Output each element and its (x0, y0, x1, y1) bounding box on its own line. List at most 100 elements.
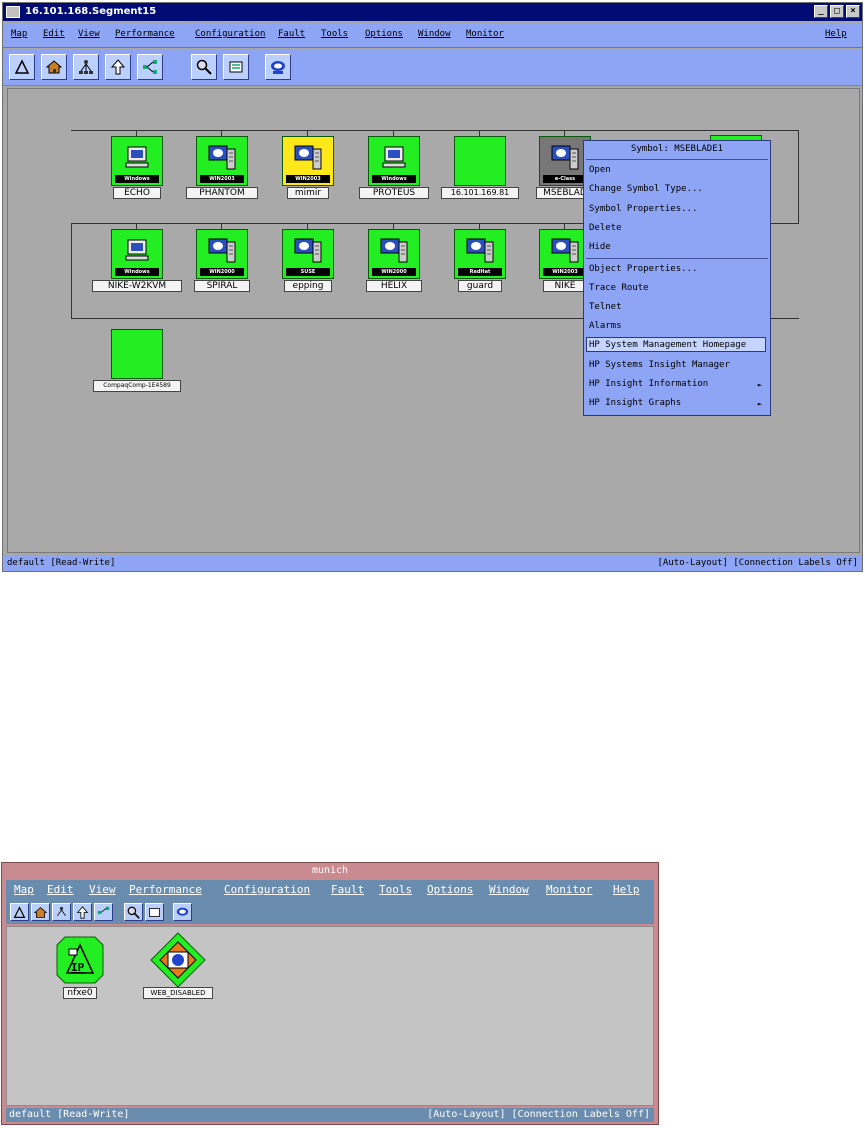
menu-help[interactable]: Help (613, 883, 640, 896)
toolbar-hp-button[interactable] (173, 903, 192, 921)
node-os-tag: Windows (372, 175, 416, 183)
menu-monitor[interactable]: Monitor (466, 29, 504, 39)
server-icon (551, 238, 579, 263)
munich-window: munich Map Edit View Performance Configu… (1, 862, 659, 1125)
menu-item-hp-systems-insight-manager[interactable]: HP Systems Insight Manager (589, 360, 730, 370)
node-echo[interactable]: Windows (111, 136, 163, 186)
node-os-tag: WIN2000 (372, 268, 416, 276)
node-os-tag: e-Class (543, 175, 587, 183)
toolbar-search-button[interactable] (124, 903, 143, 921)
toolbar (3, 49, 862, 86)
server-icon (380, 238, 408, 263)
menu-map[interactable]: Map (11, 29, 27, 39)
menu-window[interactable]: Window (418, 29, 451, 39)
close-button[interactable]: × (846, 5, 860, 18)
toolbar-search-button[interactable] (191, 54, 217, 80)
menu-separator (586, 258, 768, 259)
submenu-arrow-icon: ► (757, 400, 762, 408)
node-label: CompaqComp-1E4589 (93, 380, 181, 392)
title-bar[interactable]: 16.101.168.Segment15 _ □ × (3, 3, 862, 21)
node-proteus[interactable]: Windows (368, 136, 420, 186)
menu-view[interactable]: View (78, 29, 100, 39)
server-icon (551, 145, 579, 170)
toolbar-draw-button[interactable] (10, 903, 29, 921)
ip-network-icon (56, 936, 104, 984)
node-spiral[interactable]: WIN2000 (196, 229, 248, 279)
computer-icon (125, 239, 149, 261)
menu-item-symbol-properties[interactable]: Symbol Properties... (589, 204, 697, 214)
magnifier-icon (127, 906, 140, 919)
context-menu-header: Symbol: MSEBLADE1 (630, 144, 724, 154)
toolbar-home-button[interactable] (31, 903, 50, 921)
menu-monitor[interactable]: Monitor (546, 883, 592, 896)
menu-options[interactable]: Options (427, 883, 473, 896)
toolbar-home-button[interactable] (41, 54, 67, 80)
node-nike-w2kvm[interactable]: Windows (111, 229, 163, 279)
node-connector (479, 131, 480, 136)
menu-fault[interactable]: Fault (278, 29, 305, 39)
toolbar-properties-button[interactable] (223, 54, 249, 80)
toolbar-network-button[interactable] (94, 903, 113, 921)
menu-item-hp-system-management-homepage[interactable]: HP System Management Homepage (589, 340, 746, 350)
menu-configuration[interactable]: Configuration (195, 29, 265, 39)
menu-help[interactable]: Help (825, 29, 847, 39)
menu-options[interactable]: Options (365, 29, 403, 39)
toolbar-up-button[interactable] (73, 903, 92, 921)
menu-item-telnet[interactable]: Telnet (589, 302, 622, 312)
menu-item-alarms[interactable]: Alarms (589, 321, 622, 331)
node-compaqcomp[interactable] (111, 329, 163, 379)
toolbar-draw-button[interactable] (9, 54, 35, 80)
menu-configuration[interactable]: Configuration (224, 883, 310, 896)
toolbar-hp-button[interactable] (265, 54, 291, 80)
maximize-button[interactable]: □ (830, 5, 844, 18)
menu-item-open[interactable]: Open (589, 165, 611, 175)
node-web-disabled[interactable] (150, 932, 206, 988)
menu-item-hp-insight-information[interactable]: HP Insight Information (589, 379, 708, 389)
node-helix[interactable]: WIN2000 (368, 229, 420, 279)
menu-tools[interactable]: Tools (321, 29, 348, 39)
node-label: NIKE-W2KVM (92, 280, 182, 292)
node-connector (221, 131, 222, 136)
node-label: SPIRAL (194, 280, 250, 292)
node-mimir[interactable]: WIN2003 (282, 136, 334, 186)
toolbar-root-button[interactable] (52, 903, 71, 921)
app-menu-icon[interactable] (6, 6, 20, 18)
node-epping[interactable]: SUSE (282, 229, 334, 279)
computer-icon (382, 146, 406, 168)
menu-item-object-properties[interactable]: Object Properties... (589, 264, 697, 274)
toolbar-up-button[interactable] (105, 54, 131, 80)
arrow-up-icon (110, 59, 126, 75)
node-phantom[interactable]: WIN2003 (196, 136, 248, 186)
menu-item-trace-route[interactable]: Trace Route (589, 283, 649, 293)
menu-fault[interactable]: Fault (331, 883, 364, 896)
minimize-button[interactable]: _ (814, 5, 828, 18)
menu-item-hp-insight-graphs[interactable]: HP Insight Graphs (589, 398, 681, 408)
title-bar[interactable]: munich (2, 863, 658, 879)
menu-edit[interactable]: Edit (43, 29, 65, 39)
menu-item-delete[interactable]: Delete (589, 223, 622, 233)
menu-performance[interactable]: Performance (115, 29, 175, 39)
menu-map[interactable]: Map (14, 883, 34, 896)
segment-line (71, 130, 799, 131)
menu-item-hide[interactable]: Hide (589, 242, 611, 252)
menu-window[interactable]: Window (489, 883, 529, 896)
node-connector (393, 131, 394, 136)
node-os-tag: Windows (115, 175, 159, 183)
node-ip-network[interactable]: IP (55, 935, 105, 985)
toolbar-properties-button[interactable] (145, 903, 164, 921)
node-label: 16.101.169.81 (441, 187, 519, 199)
menu-view[interactable]: View (89, 883, 116, 896)
menu-edit[interactable]: Edit (47, 883, 74, 896)
map-canvas[interactable]: IP nfxe0 WEB_DISABLED (6, 926, 654, 1106)
triangle-ruler-icon (14, 59, 30, 74)
hp-openview-icon (176, 907, 189, 916)
toolbar-network-button[interactable] (137, 54, 163, 80)
node-os-tag: WIN2003 (543, 268, 587, 276)
node-16-101-169-81[interactable] (454, 136, 506, 186)
hierarchy-icon (57, 906, 66, 916)
node-guard[interactable]: RedHat (454, 229, 506, 279)
menu-item-change-symbol-type[interactable]: Change Symbol Type... (589, 184, 703, 194)
menu-performance[interactable]: Performance (129, 883, 202, 896)
toolbar-root-button[interactable] (73, 54, 99, 80)
menu-tools[interactable]: Tools (379, 883, 412, 896)
